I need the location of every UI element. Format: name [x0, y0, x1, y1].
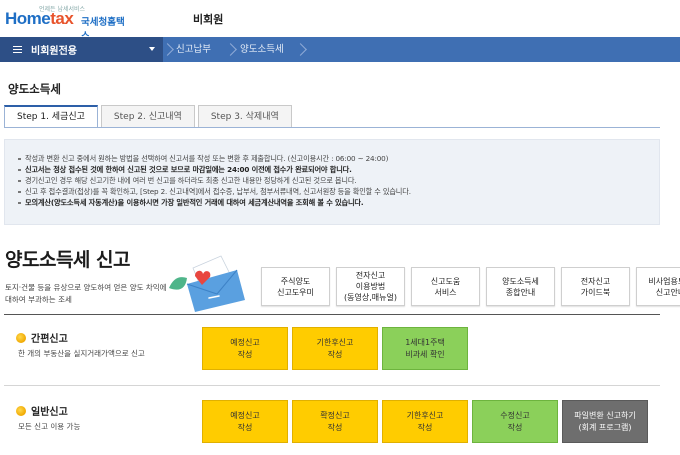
- quick-link-stock-helper[interactable]: 주식양도 신고도우미: [261, 267, 330, 306]
- general-final-return-button[interactable]: 확정신고 작성: [292, 400, 378, 443]
- notice-item: 모의계산(양도소득세 자동계산)을 이용하시면 가장 일반적인 거래에 대하여 …: [17, 197, 659, 208]
- general-filing-desc: 모든 신고 이용 가능: [18, 422, 81, 431]
- step-tabs: Step 1. 세금신고 Step 2. 신고내역 Step 3. 삭제내역: [4, 105, 295, 128]
- simple-late-return-button[interactable]: 기한후신고 작성: [292, 327, 378, 370]
- nav-menu-button[interactable]: 비회원전용: [0, 37, 163, 62]
- quick-link-filing-help[interactable]: 신고도움 서비스: [411, 267, 480, 306]
- simple-scheduled-return-button[interactable]: 예정신고 작성: [202, 327, 288, 370]
- section-title: 양도소득세 신고: [5, 249, 130, 271]
- caret-down-icon: [149, 47, 155, 51]
- general-late-return-button[interactable]: 기한후신고 작성: [382, 400, 468, 443]
- page-title: 양도소득세: [8, 82, 61, 96]
- breadcrumb-separator-icon: [163, 37, 173, 62]
- breadcrumb-item-capital-gains[interactable]: 양도소득세: [240, 37, 284, 62]
- guest-label: 비회원: [193, 13, 224, 26]
- main-nav: 비회원전용 신고납부 양도소득세: [0, 37, 680, 62]
- section-divider: [4, 314, 660, 315]
- tab-underline: [4, 127, 660, 128]
- hamburger-icon: [13, 46, 22, 53]
- quick-link-e-filing-howto[interactable]: 전자신고 이용방법 (동영상,매뉴얼): [336, 267, 405, 306]
- breadcrumb-item-file-pay[interactable]: 신고납부: [176, 37, 211, 62]
- one-house-exemption-button[interactable]: 1세대1주택 비과세 확인: [382, 327, 468, 370]
- tab-step1[interactable]: Step 1. 세금신고: [4, 105, 98, 128]
- simple-filing-desc: 한 개의 부동산을 실지거래가액으로 신고: [18, 349, 145, 358]
- notice-box: 작성과 변환 신고 중에서 원하는 방법을 선택하여 신고서를 작성 또는 변환…: [4, 139, 660, 225]
- quick-link-capital-gains-guide[interactable]: 양도소득세 종합안내: [486, 267, 555, 306]
- general-filing-title: 일반신고: [16, 403, 68, 418]
- file-conversion-button[interactable]: 파일변환 신고하기 (회계 프로그램): [562, 400, 648, 443]
- bullet-dot-icon: [16, 332, 26, 343]
- tab-step3[interactable]: Step 3. 삭제내역: [197, 105, 292, 128]
- bullet-dot-icon: [16, 405, 26, 416]
- quick-link-guidebook[interactable]: 전자신고 가이드북: [561, 267, 630, 306]
- notice-item: 신고 후 접수결과(접상)를 꼭 확인하고, [Step 2. 신고내역]에서 …: [17, 186, 659, 197]
- hometax-logo[interactable]: 언제든 납세서비스 Hometax 국세청홈택스: [5, 4, 130, 42]
- leaf-icon: [169, 277, 187, 290]
- notice-item: 작성과 변환 신고 중에서 원하는 방법을 선택하여 신고서를 작성 또는 변환…: [17, 153, 659, 164]
- top-bar: 언제든 납세서비스 Hometax 국세청홈택스 비회원: [0, 0, 680, 42]
- general-scheduled-return-button[interactable]: 예정신고 작성: [202, 400, 288, 443]
- logo-wordmark: Hometax: [5, 9, 74, 28]
- simple-filing-title: 간편신고: [16, 330, 68, 345]
- tax-return-illustration: [169, 255, 245, 312]
- tab-step2[interactable]: Step 2. 신고내역: [100, 105, 195, 128]
- breadcrumb-separator-icon: [296, 37, 306, 62]
- notice-item: 경기신고인 경우 해당 신고기한 내에 여러 번 신고를 하더라도 최종 신고한…: [17, 175, 659, 186]
- row-divider: [4, 385, 660, 386]
- nav-menu-label: 비회원전용: [31, 46, 77, 57]
- breadcrumb-separator-icon: [226, 37, 236, 62]
- quick-link-non-business-land[interactable]: 비사업용토지신고안내: [636, 267, 680, 306]
- amended-return-button[interactable]: 수정신고 작성: [472, 400, 558, 443]
- notice-item: 신고서는 정상 접수된 것에 한하여 신고된 것으로 보므로 마감일에는 24:…: [17, 164, 659, 175]
- quick-links: 주식양도 신고도우미 전자신고 이용방법 (동영상,매뉴얼) 신고도움 서비스 양도소득…: [261, 267, 680, 306]
